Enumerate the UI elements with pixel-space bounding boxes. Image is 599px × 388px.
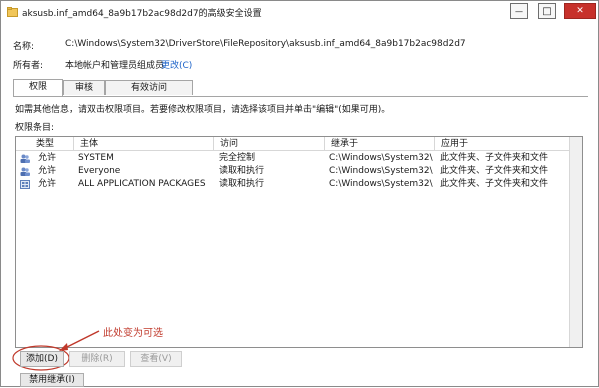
- close-icon: ✕: [576, 6, 584, 16]
- column-header-applies-to[interactable]: 应用于: [435, 137, 570, 151]
- minimize-icon: —: [515, 6, 523, 16]
- entry-principal: SYSTEM: [78, 153, 114, 163]
- folder-icon: [7, 7, 18, 17]
- owner-value: 本地帐户和管理员组成员: [65, 61, 165, 71]
- close-button[interactable]: ✕: [564, 3, 596, 19]
- user-group-icon: [20, 154, 30, 163]
- column-header-inherited-from[interactable]: 继承于: [325, 137, 435, 151]
- entry-access: 读取和执行: [219, 179, 265, 189]
- entry-type: 允许: [38, 179, 57, 189]
- change-owner-link[interactable]: 更改(C): [161, 58, 192, 71]
- column-header-type[interactable]: 类型: [16, 137, 74, 151]
- table-row[interactable]: 允许 SYSTEM 完全控制 C:\Windows\System32\Dr...…: [16, 152, 570, 165]
- entry-inherited-from: C:\Windows\System32\Dr...: [329, 153, 433, 163]
- tab-permissions[interactable]: 权限: [13, 79, 63, 96]
- entry-applies-to: 此文件夹、子文件夹和文件: [440, 179, 549, 189]
- entry-type: 允许: [38, 166, 57, 176]
- name-value: C:\Windows\System32\DriverStore\FileRepo…: [65, 39, 466, 49]
- maximize-icon: □: [542, 5, 552, 17]
- entry-principal: ALL APPLICATION PACKAGES: [78, 179, 206, 189]
- user-group-icon: [20, 167, 30, 176]
- entry-access: 完全控制: [219, 153, 256, 163]
- table-row[interactable]: 允许 Everyone 读取和执行 C:\Windows\System32\Dr…: [16, 165, 570, 178]
- minimize-button[interactable]: —: [510, 3, 528, 19]
- view-button[interactable]: 查看(V): [130, 351, 182, 367]
- add-button[interactable]: 添加(D): [20, 351, 64, 367]
- entry-principal: Everyone: [78, 166, 121, 176]
- annotation-text: 此处变为可选: [103, 328, 163, 339]
- permission-entries-list[interactable]: 类型 主体 访问 继承于 应用于 允许 SYSTEM 完全控制 C:\Windo…: [15, 136, 583, 348]
- name-label: 名称:: [13, 42, 35, 52]
- advanced-security-window: aksusb.inf_amd64_8a9b17b2ac98d2d7的高级安全设置…: [0, 0, 599, 387]
- tab-effective-access[interactable]: 有效访问: [105, 80, 193, 95]
- entry-applies-to: 此文件夹、子文件夹和文件: [440, 153, 549, 163]
- remove-button[interactable]: 删除(R): [69, 351, 125, 367]
- entry-inherited-from: C:\Windows\System32\Dr...: [329, 166, 433, 176]
- column-header-principal[interactable]: 主体: [74, 137, 214, 151]
- owner-label: 所有者:: [13, 61, 44, 71]
- table-row[interactable]: 允许 ALL APPLICATION PACKAGES 读取和执行 C:\Win…: [16, 178, 570, 191]
- instructions-text: 如需其他信息，请双击权限项目。若要修改权限项目，请选择该项目并单击"编辑"(如果…: [15, 105, 391, 115]
- title-bar: aksusb.inf_amd64_8a9b17b2ac98d2d7的高级安全设置…: [1, 1, 598, 23]
- entries-label: 权限条目:: [15, 123, 55, 133]
- entry-access: 读取和执行: [219, 166, 265, 176]
- app-packages-icon: [20, 180, 30, 189]
- entry-applies-to: 此文件夹、子文件夹和文件: [440, 166, 549, 176]
- tab-panel-divider: [13, 96, 588, 97]
- maximize-button[interactable]: □: [538, 3, 556, 19]
- column-header-type-label: 类型: [36, 139, 55, 149]
- list-scrollbar[interactable]: [569, 137, 582, 347]
- entry-type: 允许: [38, 153, 57, 163]
- window-title: aksusb.inf_amd64_8a9b17b2ac98d2d7的高级安全设置: [22, 9, 262, 19]
- entry-inherited-from: C:\Windows\System32\Dr...: [329, 179, 433, 189]
- column-header-access[interactable]: 访问: [214, 137, 325, 151]
- tab-auditing[interactable]: 审核: [63, 80, 105, 95]
- disable-inheritance-button[interactable]: 禁用继承(I): [20, 373, 84, 387]
